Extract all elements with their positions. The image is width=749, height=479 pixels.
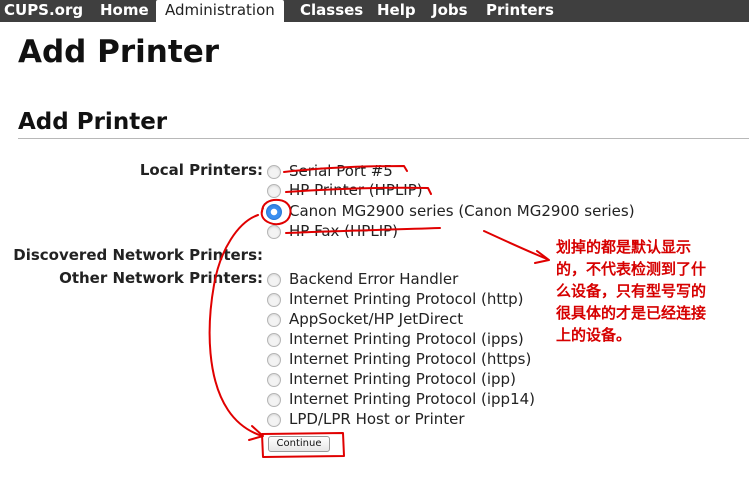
strikethrough-serial-port xyxy=(283,165,408,173)
strikethrough-hp-fax xyxy=(285,227,441,234)
strikethrough-hp-printer xyxy=(285,186,432,195)
box-continue-button xyxy=(261,432,345,458)
arrow-to-note xyxy=(483,230,548,260)
circle-selected-radio xyxy=(260,198,292,226)
annotation-note: 划掉的都是默认显示的，不代表检测到了什么设备，只有型号写的很具体的才是已经连接上… xyxy=(556,238,707,344)
curve-arrow xyxy=(208,214,263,437)
